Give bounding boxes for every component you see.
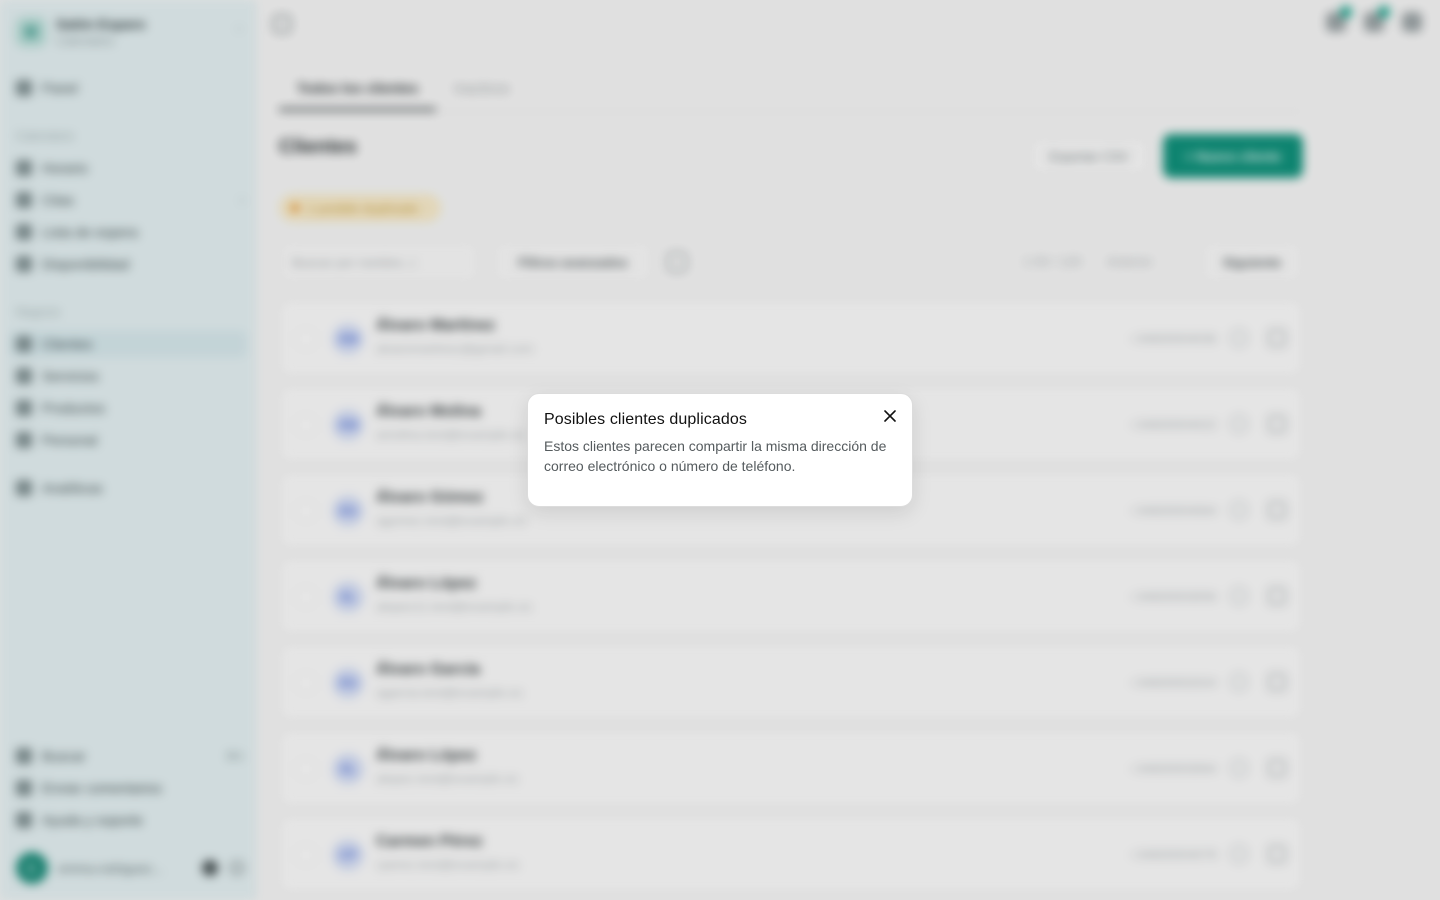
popover-title: Posibles clientes duplicados <box>544 411 747 428</box>
close-button[interactable] <box>880 406 900 426</box>
popover-body: Estos clientes parecen compartir la mism… <box>544 438 887 474</box>
close-icon <box>884 410 896 422</box>
duplicates-popover: Posibles clientes duplicados Estos clien… <box>527 393 913 507</box>
